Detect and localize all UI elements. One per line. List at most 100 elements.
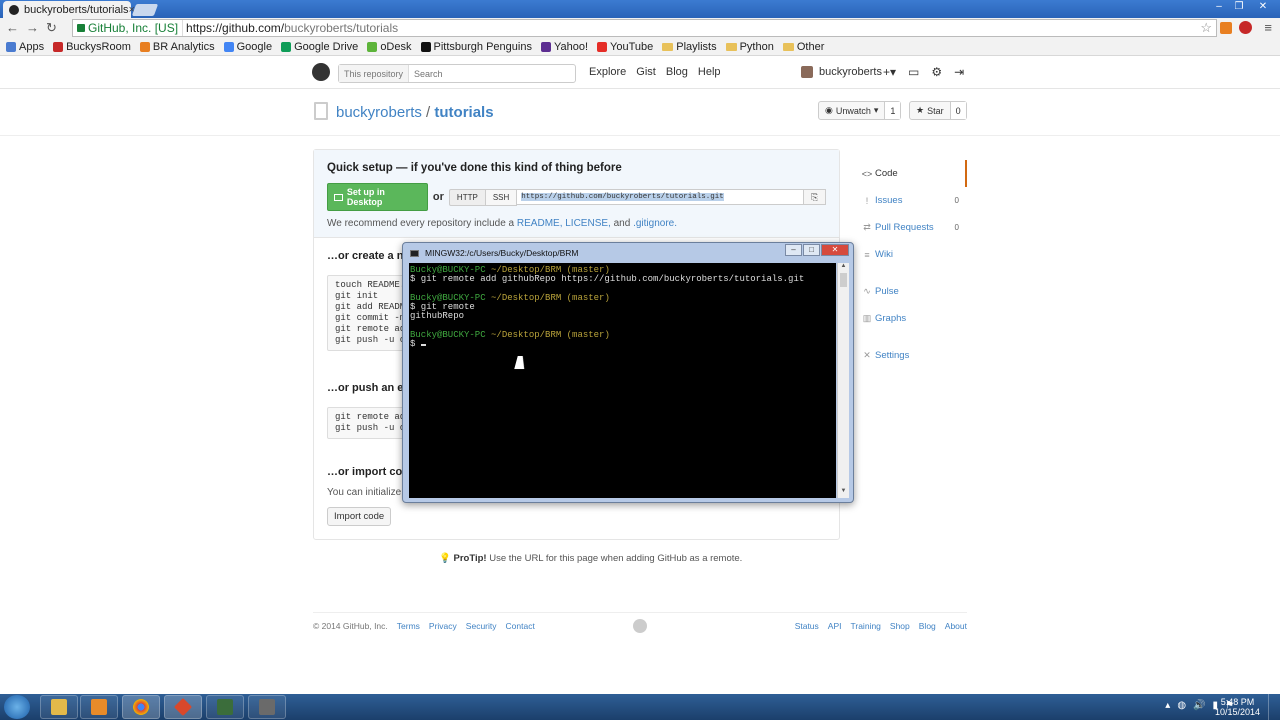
bookmark-label: BR Analytics [152, 40, 215, 53]
repo-owner-link[interactable]: buckyroberts [336, 104, 422, 121]
watch-count[interactable]: 1 [885, 102, 901, 119]
plus-icon[interactable]: +▾ [883, 65, 896, 79]
terminal-scrollbar[interactable]: ▲ ▼ [837, 263, 849, 498]
scroll-thumb[interactable] [840, 273, 847, 287]
footer-link-about[interactable]: About [945, 621, 967, 631]
taskbar-git[interactable] [164, 695, 202, 719]
gear-icon[interactable]: ⚙ [931, 65, 942, 79]
avatar [801, 66, 813, 78]
taskbar-app-2[interactable] [248, 695, 286, 719]
footer-link-api[interactable]: API [828, 621, 842, 631]
ev-certificate-badge[interactable]: GitHub, Inc. [US] [73, 20, 184, 36]
mingw-terminal-window[interactable]: MINGW32:/c/Users/Bucky/Desktop/BRM – □ ✕… [402, 242, 854, 503]
bookmark-item[interactable]: Playlists [662, 41, 717, 53]
bookmark-item[interactable]: BR Analytics [139, 40, 215, 53]
sidebar-item-pulse[interactable]: ∿ Pulse [854, 278, 967, 305]
terminal-output[interactable]: Bucky@BUCKY-PC ~/Desktop/BRM (master) $ … [409, 263, 836, 498]
unwatch-button[interactable]: ◉ Unwatch ▾ 1 [818, 101, 902, 120]
footer-copyright: © 2014 GitHub, Inc. [313, 621, 388, 631]
bookmark-item[interactable]: Google Drive [281, 41, 358, 53]
star-button[interactable]: ★ Star 0 [909, 101, 967, 120]
scroll-up-icon[interactable]: ▲ [838, 263, 849, 273]
bookmark-item[interactable]: oDesk [367, 41, 412, 53]
sidebar-item-wiki[interactable]: ≡ Wiki [854, 241, 967, 268]
clipboard-copy-icon[interactable]: ⎘ [804, 189, 826, 205]
volume-icon[interactable]: 🔊 [1193, 700, 1205, 711]
search-input[interactable] [409, 68, 570, 79]
import-code-button[interactable]: Import code [327, 507, 392, 526]
sidebar-item-issues[interactable]: ! Issues 0 [854, 187, 967, 214]
minimize-icon[interactable]: – [1210, 0, 1228, 14]
bookmark-item[interactable]: Google [223, 41, 272, 53]
inbox-icon[interactable]: ▭ [908, 65, 919, 79]
bookmark-item[interactable]: Yahoo! [540, 41, 588, 53]
taskbar-app[interactable] [206, 695, 244, 719]
footer-link-terms[interactable]: Terms [397, 621, 420, 631]
bookmark-star-icon[interactable]: ☆ [1200, 20, 1212, 36]
taskbar-explorer[interactable] [40, 695, 78, 719]
terminal-minimize-icon[interactable]: – [785, 244, 802, 256]
nav-link-blog[interactable]: Blog [666, 66, 688, 78]
taskbar-chrome[interactable] [122, 695, 160, 719]
taskbar-clock[interactable]: 5:48 PM 10/15/2014 [1215, 697, 1260, 717]
reload-icon[interactable]: ↻ [46, 20, 57, 36]
terminal-close-icon[interactable]: ✕ [821, 244, 849, 256]
bookmark-item[interactable]: Pittsburgh Penguins [420, 41, 532, 53]
address-bar[interactable]: GitHub, Inc. [US] https://github.com/buc… [72, 19, 1217, 37]
footer-link-privacy[interactable]: Privacy [429, 621, 457, 631]
footer-octocat-icon[interactable] [633, 619, 647, 633]
tray-expand-icon[interactable]: ▴ [1165, 700, 1170, 711]
quick-setup-title: Quick setup — if you've done this kind o… [327, 162, 622, 174]
github-octocat-logo-icon[interactable] [312, 63, 330, 81]
gitignore-link[interactable]: .gitignore. [633, 218, 677, 229]
scroll-down-icon[interactable]: ▼ [838, 488, 849, 498]
opera-extension-icon[interactable] [1239, 21, 1252, 34]
tray-app-icon[interactable]: ◍ [1177, 700, 1186, 711]
terminal-maximize-icon[interactable]: □ [803, 244, 820, 256]
header-actions: +▾ ▭ ⚙ ⇥ [883, 65, 964, 79]
bookmark-item[interactable]: Apps [6, 41, 44, 53]
setup-desktop-button[interactable]: Set up in Desktop [327, 183, 428, 211]
forward-arrow-icon[interactable]: → [26, 20, 39, 35]
bookmark-item[interactable]: Other [782, 41, 824, 53]
readme-link[interactable]: README, [517, 218, 563, 229]
repo-name-link[interactable]: tutorials [434, 104, 493, 121]
taskbar-media-player[interactable] [80, 695, 118, 719]
bookmark-item[interactable]: BuckysRoom [53, 41, 131, 53]
footer-left: © 2014 GitHub, Inc. Terms Privacy Security… [313, 621, 535, 631]
footer-link-training[interactable]: Training [851, 621, 881, 631]
bookmark-item[interactable]: Python [725, 41, 774, 53]
sidebar-item-graphs[interactable]: ▥ Graphs [854, 305, 967, 332]
nav-link-explore[interactable]: Explore [589, 66, 626, 78]
show-desktop-button[interactable] [1268, 694, 1280, 720]
sidebar-item-settings[interactable]: ✕ Settings [854, 342, 967, 369]
start-button[interactable] [4, 695, 30, 719]
browser-menu-icon[interactable]: ≡ [1264, 20, 1272, 35]
sidebar-item-code[interactable]: <> Code [854, 160, 967, 187]
sidebar-item-pull-requests[interactable]: ⇄ Pull Requests 0 [854, 214, 967, 241]
nav-link-help[interactable]: Help [698, 66, 721, 78]
license-link[interactable]: LICENSE, [565, 218, 611, 229]
unwatch-label: Unwatch [835, 105, 871, 116]
close-window-icon[interactable]: ✕ [1250, 0, 1276, 14]
browser-tab[interactable]: buckyroberts/tutorials × [3, 1, 135, 18]
bookmark-item[interactable]: YouTube [597, 41, 653, 53]
restore-icon[interactable]: ❐ [1230, 0, 1248, 14]
star-count[interactable]: 0 [950, 102, 966, 119]
sign-out-icon[interactable]: ⇥ [954, 65, 964, 79]
extension-icon[interactable] [1220, 22, 1232, 34]
user-menu[interactable]: buckyroberts [801, 66, 882, 78]
footer-link-blog[interactable]: Blog [919, 621, 936, 631]
footer-link-contact[interactable]: Contact [506, 621, 535, 631]
pulse-icon: ∿ [863, 286, 871, 296]
new-tab-button[interactable] [131, 4, 159, 16]
footer-link-security[interactable]: Security [466, 621, 497, 631]
search-box[interactable]: This repository [338, 64, 576, 83]
footer-link-shop[interactable]: Shop [890, 621, 910, 631]
clone-url-field[interactable]: https://github.com/buckyroberts/tutorial… [517, 189, 805, 205]
back-arrow-icon[interactable]: ← [6, 20, 19, 35]
http-toggle[interactable]: HTTP [448, 188, 486, 206]
ssh-toggle[interactable]: SSH [485, 188, 518, 206]
nav-link-gist[interactable]: Gist [636, 66, 656, 78]
footer-link-status[interactable]: Status [795, 621, 819, 631]
